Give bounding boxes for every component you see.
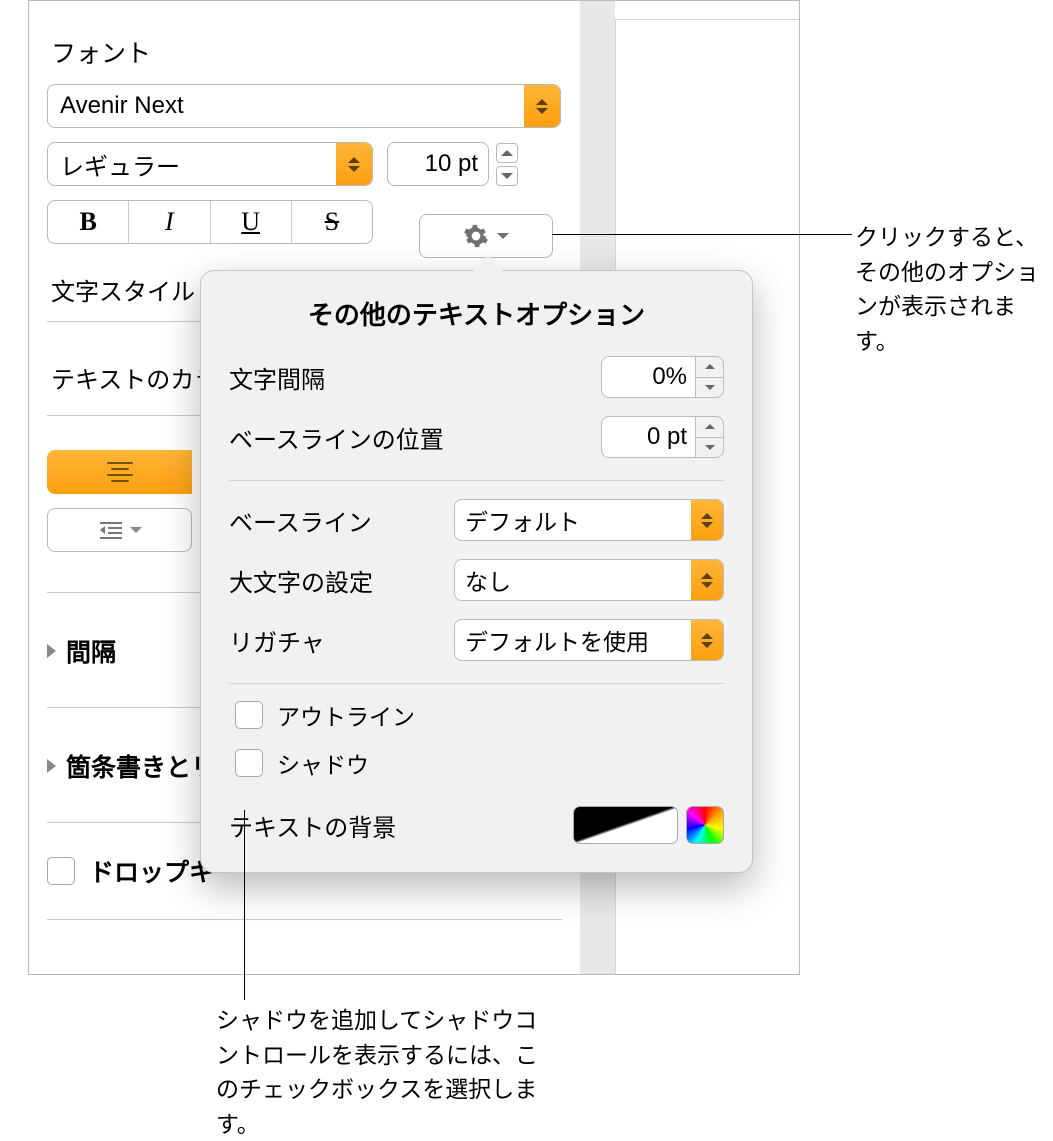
font-style-dropdown[interactable]: レギュラー (47, 142, 373, 186)
font-size-up[interactable] (496, 143, 518, 163)
font-family-value: Avenir Next (60, 92, 524, 120)
callout-line (552, 234, 852, 235)
align-center-button[interactable] (47, 450, 192, 494)
baseline-shift-down[interactable] (696, 438, 723, 458)
callout-gear-text: クリックすると、その他のオプションが表示されます。 (855, 220, 1040, 358)
caps-label: 大文字の設定 (229, 563, 454, 598)
char-spacing-down[interactable] (696, 378, 723, 398)
dropcap-label: ドロップキ (89, 853, 214, 889)
indent-icon (98, 520, 124, 540)
font-style-segment: B I U S (47, 200, 373, 244)
ligature-dropdown[interactable]: デフォルトを使用 (454, 619, 724, 661)
chevron-down-icon (497, 233, 509, 239)
baseline-value: デフォルト (465, 503, 691, 537)
popover-title: その他のテキストオプション (229, 295, 724, 332)
bullets-label: 箇条書きとリ (66, 748, 216, 784)
advanced-text-options-popover: その他のテキストオプション 文字間隔 0% ベースラインの位置 0 pt ベース… (200, 270, 753, 873)
caps-value: なし (465, 563, 691, 597)
shadow-label: シャドウ (277, 746, 369, 780)
outline-label: アウトライン (277, 698, 415, 732)
char-spacing-up[interactable] (696, 357, 723, 378)
shadow-row[interactable]: シャドウ (235, 746, 724, 780)
char-spacing-label: 文字間隔 (229, 360, 601, 395)
italic-button[interactable]: I (129, 201, 210, 243)
char-spacing-value[interactable]: 0% (601, 356, 696, 398)
baseline-shift-stepper[interactable]: 0 pt (601, 416, 724, 458)
baseline-shift-label: ベースラインの位置 (229, 420, 601, 455)
font-style-value: レギュラー (60, 147, 336, 182)
baseline-label: ベースライン (229, 503, 454, 538)
ligature-value: デフォルトを使用 (465, 623, 691, 657)
chevron-right-icon (47, 759, 56, 773)
underline-button[interactable]: U (211, 201, 292, 243)
advanced-options-button[interactable] (419, 214, 553, 258)
font-size-stepper[interactable]: 10 pt (387, 142, 519, 186)
ligature-label: リガチャ (229, 623, 454, 658)
indent-button[interactable] (47, 508, 192, 552)
align-center-icon (107, 462, 133, 482)
dropcap-checkbox[interactable] (47, 857, 75, 885)
chevron-down-icon (130, 527, 142, 533)
baseline-dropdown[interactable]: デフォルト (454, 499, 724, 541)
text-background-color-well[interactable] (573, 806, 678, 844)
dropdown-toggle-icon (691, 620, 723, 660)
spacing-label: 間隔 (66, 633, 116, 669)
font-size-value[interactable]: 10 pt (387, 142, 489, 186)
caps-dropdown[interactable]: なし (454, 559, 724, 601)
chevron-right-icon (47, 644, 56, 658)
strikethrough-button[interactable]: S (292, 201, 372, 243)
callout-line (244, 810, 245, 1000)
gear-icon (463, 223, 489, 249)
dropdown-toggle-icon (524, 85, 560, 127)
baseline-shift-value[interactable]: 0 pt (601, 416, 696, 458)
divider (47, 919, 562, 920)
outline-checkbox[interactable] (235, 701, 263, 729)
font-size-down[interactable] (496, 166, 518, 186)
bold-button[interactable]: B (48, 201, 129, 243)
divider (229, 683, 724, 684)
dropdown-toggle-icon (691, 500, 723, 540)
text-background-label: テキストの背景 (229, 808, 573, 843)
char-spacing-stepper[interactable]: 0% (601, 356, 724, 398)
callout-shadow-text: シャドウを追加してシャドウコントロールを表示するには、このチェックボックスを選択… (216, 1003, 556, 1141)
dropdown-toggle-icon (336, 143, 372, 185)
dropdown-toggle-icon (691, 560, 723, 600)
baseline-shift-up[interactable] (696, 417, 723, 438)
outline-row[interactable]: アウトライン (235, 698, 724, 732)
divider (229, 480, 724, 481)
color-picker-button[interactable] (686, 806, 724, 844)
font-section-title: フォント (51, 34, 562, 70)
font-family-dropdown[interactable]: Avenir Next (47, 84, 561, 128)
shadow-checkbox[interactable] (235, 749, 263, 777)
